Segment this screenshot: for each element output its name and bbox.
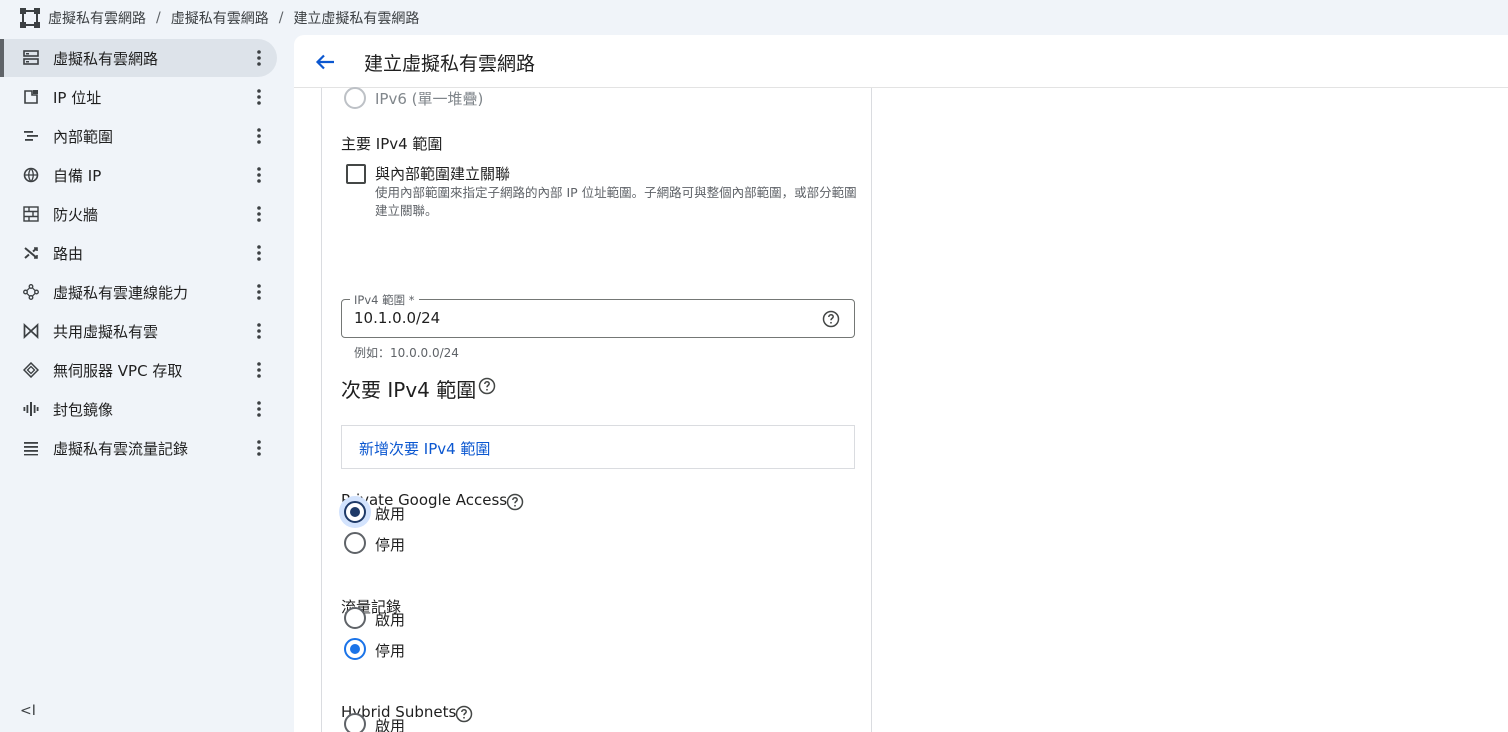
subnet-form: IPv6 (單一堆疊) 主要 IPv4 範圍 與內部範圍建立關聯 使用內部範圍來… [321, 87, 872, 732]
sidebar-item-shared-vpc[interactable]: 共用虛擬私有雲 [3, 312, 277, 350]
flow-logs-disable-label: 停用 [375, 642, 406, 660]
firewall-icon [22, 205, 40, 223]
breadcrumb-current: 建立虛擬私有雲網路 [293, 10, 420, 27]
back-arrow-icon[interactable] [314, 51, 336, 73]
sidebar-item-ip-addresses[interactable]: IP 位址 [3, 78, 277, 116]
sidebar: 虛擬私有雲網路 IP 位址 內部範圍 自備 IP 防火牆 路由 虛擬私有雲連線能… [0, 35, 294, 732]
primary-ipv4-range-label: 主要 IPv4 範圍 [341, 135, 443, 153]
connectivity-icon [22, 283, 40, 301]
breadcrumb-separator: / [278, 9, 284, 26]
vpc-product-logo-icon [20, 7, 40, 28]
add-secondary-ipv4-range-button[interactable]: 新增次要 IPv4 範圍 [359, 438, 490, 459]
internal-ranges-icon [22, 127, 40, 145]
ip-address-icon [22, 88, 40, 106]
serverless-icon [22, 361, 40, 379]
flow-logs-enable-label: 啟用 [375, 611, 406, 629]
hybrid-subnets-enable-label: 啟用 [375, 717, 406, 732]
ipv4-range-field-label: IPv4 範圍 * [350, 292, 419, 308]
sidebar-item-label: 虛擬私有雲網路 [53, 49, 159, 68]
sidebar-item-serverless-vpc-access[interactable]: 無伺服器 VPC 存取 [3, 351, 277, 389]
ipv6-single-stack-radio[interactable] [344, 87, 366, 109]
sidebar-item-internal-ranges[interactable]: 內部範圍 [3, 117, 277, 155]
private-google-access-enable-label: 啟用 [375, 505, 406, 523]
more-vert-icon[interactable] [249, 399, 269, 419]
breadcrumb-separator: / [156, 9, 161, 26]
more-vert-icon[interactable] [249, 321, 269, 341]
flow-logs-enable-radio[interactable] [344, 607, 366, 629]
private-google-access-label: Private Google Access [341, 491, 508, 509]
vpc-network-icon [22, 49, 40, 67]
sidebar-item-routes[interactable]: 路由 [3, 234, 277, 272]
ipv4-range-hint: 例如：10.0.0.0/24 [354, 346, 459, 360]
collapse-sidebar-button[interactable]: <I [20, 703, 36, 719]
sidebar-item-label: IP 位址 [53, 88, 102, 107]
page-title: 建立虛擬私有雲網路 [364, 53, 536, 75]
packet-mirroring-icon [22, 400, 40, 418]
private-google-access-disable-radio[interactable] [344, 532, 366, 554]
sidebar-item-vpc-connectivity[interactable]: 虛擬私有雲連線能力 [3, 273, 277, 311]
page-header: 建立虛擬私有雲網路 [294, 35, 1508, 88]
sidebar-item-label: 自備 IP [53, 166, 102, 185]
sidebar-item-label: 防火牆 [53, 205, 99, 224]
ipv4-range-field[interactable]: IPv4 範圍 * [341, 292, 855, 338]
private-google-access-enable-radio[interactable] [344, 501, 366, 523]
routes-icon [22, 244, 40, 262]
more-vert-icon[interactable] [249, 48, 269, 68]
sidebar-item-vpc-flow-logs[interactable]: 虛擬私有雲流量記錄 [3, 429, 277, 467]
help-icon[interactable] [478, 377, 496, 395]
breadcrumb: 虛擬私有雲網路 / 虛擬私有雲網路 / 建立虛擬私有雲網路 [0, 0, 1508, 35]
more-vert-icon[interactable] [249, 204, 269, 224]
more-vert-icon[interactable] [249, 438, 269, 458]
more-vert-icon[interactable] [249, 165, 269, 185]
flow-logs-disable-radio[interactable] [344, 638, 366, 660]
more-vert-icon[interactable] [249, 282, 269, 302]
sidebar-item-firewall[interactable]: 防火牆 [3, 195, 277, 233]
byoip-globe-icon [22, 166, 40, 184]
add-secondary-range-box: 新增次要 IPv4 範圍 [341, 425, 855, 469]
sidebar-item-label: 封包鏡像 [53, 400, 114, 419]
more-vert-icon[interactable] [249, 87, 269, 107]
more-vert-icon[interactable] [249, 126, 269, 146]
breadcrumb-item[interactable]: 虛擬私有雲網路 [171, 8, 269, 28]
sidebar-item-label: 虛擬私有雲流量記錄 [53, 439, 189, 458]
secondary-ipv4-range-title: 次要 IPv4 範圍 [341, 378, 477, 402]
sidebar-item-label: 共用虛擬私有雲 [53, 322, 159, 341]
private-google-access-disable-label: 停用 [375, 536, 406, 554]
help-icon[interactable] [455, 705, 473, 723]
more-vert-icon[interactable] [249, 360, 269, 380]
flow-logs-icon [22, 439, 40, 457]
help-icon[interactable] [822, 310, 840, 328]
sidebar-item-byoip[interactable]: 自備 IP [3, 156, 277, 194]
breadcrumb-item[interactable]: 虛擬私有雲網路 [48, 8, 146, 28]
more-vert-icon[interactable] [249, 243, 269, 263]
sidebar-item-label: 內部範圍 [53, 127, 114, 146]
sidebar-item-label: 無伺服器 VPC 存取 [53, 361, 183, 380]
associate-internal-range-label: 與內部範圍建立關聯 [375, 165, 511, 183]
associate-internal-range-description: 使用內部範圍來指定子網路的內部 IP 位址範圍。子網路可與整個內部範圍，或部分範… [375, 185, 857, 218]
main-content: 建立虛擬私有雲網路 IPv6 (單一堆疊) 主要 IPv4 範圍 與內部範圍建立… [294, 35, 1508, 732]
associate-internal-range-checkbox[interactable] [346, 164, 366, 184]
sidebar-item-packet-mirroring[interactable]: 封包鏡像 [3, 390, 277, 428]
sidebar-item-vpc-networks[interactable]: 虛擬私有雲網路 [0, 39, 277, 77]
sidebar-item-label: 虛擬私有雲連線能力 [53, 283, 189, 302]
help-icon[interactable] [506, 493, 524, 511]
ipv6-single-stack-label: IPv6 (單一堆疊) [375, 90, 484, 108]
sidebar-item-label: 路由 [53, 244, 84, 263]
shared-vpc-icon [22, 322, 40, 340]
hybrid-subnets-enable-radio[interactable] [344, 713, 366, 732]
ipv4-range-input[interactable] [354, 309, 794, 327]
